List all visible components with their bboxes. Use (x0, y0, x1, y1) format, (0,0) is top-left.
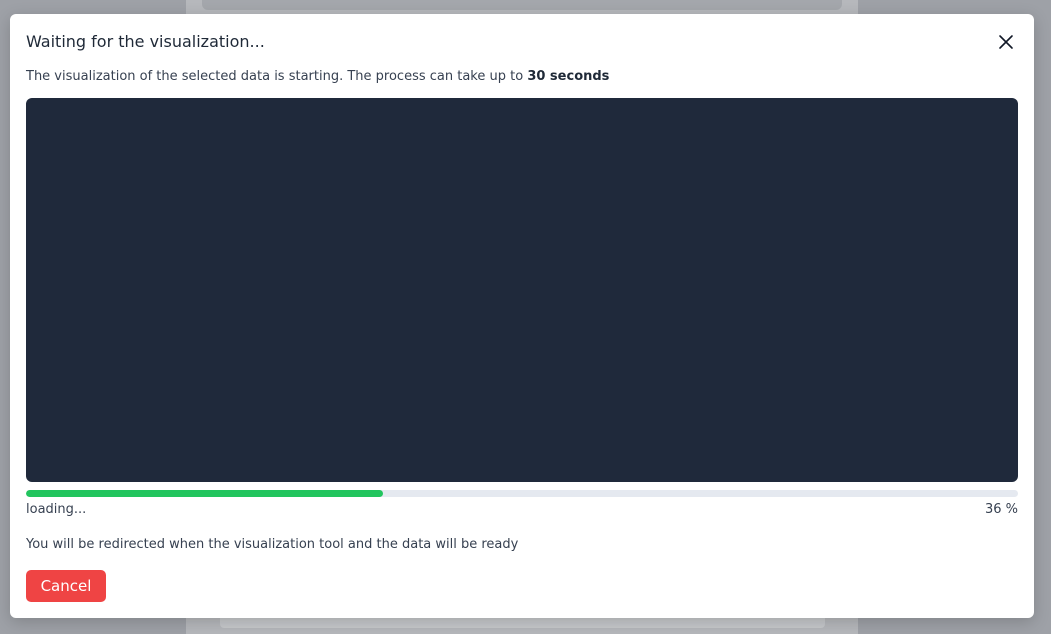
description-text: The visualization of the selected data i… (26, 69, 528, 84)
progress-bar (26, 490, 1018, 497)
progress-percent: 36 % (984, 502, 1018, 517)
visualization-preview (26, 98, 1018, 482)
close-icon (999, 35, 1013, 49)
cancel-button[interactable]: Cancel (26, 570, 106, 602)
background-card (202, 0, 842, 10)
close-button[interactable] (994, 30, 1018, 54)
progress-status: loading... (26, 502, 87, 517)
progress-bar-fill (26, 490, 384, 497)
modal-description: The visualization of the selected data i… (26, 68, 609, 86)
redirect-note: You will be redirected when the visualiz… (26, 537, 519, 552)
loading-modal: Waiting for the visualization... The vis… (10, 14, 1034, 618)
modal-title: Waiting for the visualization... (26, 32, 265, 51)
description-duration: 30 seconds (527, 69, 610, 84)
